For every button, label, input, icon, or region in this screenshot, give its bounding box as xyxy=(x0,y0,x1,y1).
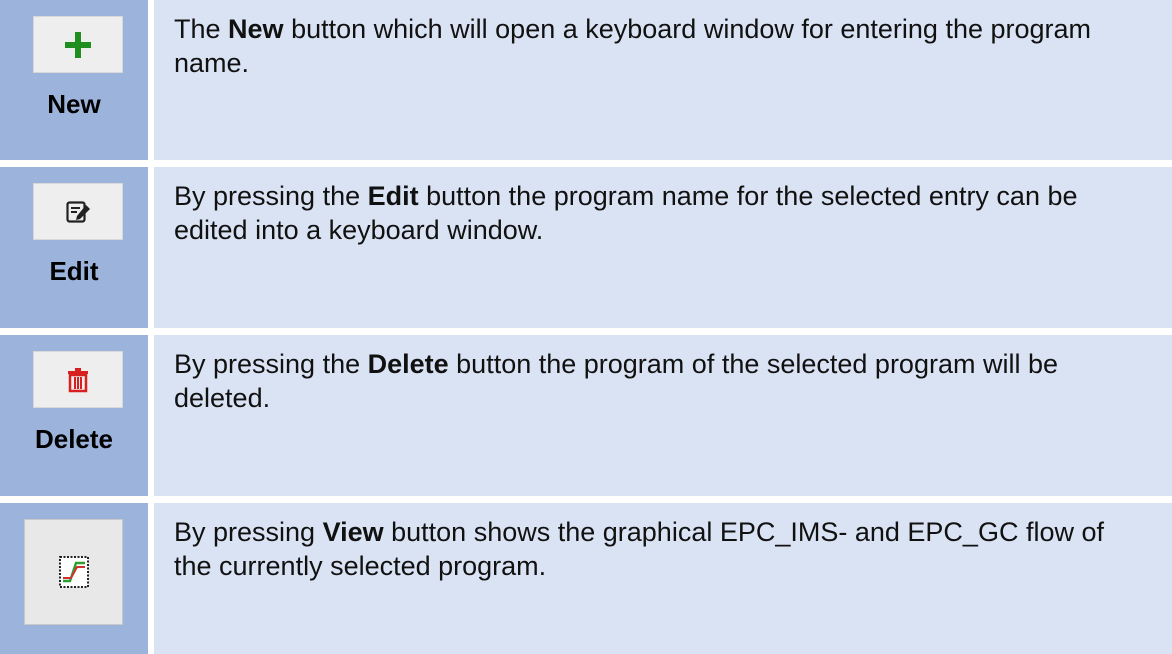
icon-cell-view xyxy=(0,503,148,654)
edit-button-label: Edit xyxy=(49,256,99,286)
row-edit: Edit By pressing the Edit button the pro… xyxy=(0,167,1172,328)
edit-icon xyxy=(65,199,91,225)
description-text: By pressing View button shows the graphi… xyxy=(174,517,1104,581)
new-button[interactable] xyxy=(33,16,123,73)
description-new: The New button which will open a keyboar… xyxy=(154,0,1172,160)
icon-cell-edit: Edit xyxy=(0,167,148,328)
new-button-label: New xyxy=(47,89,101,119)
row-delete: Delete By pressing the Delete button the… xyxy=(0,335,1172,496)
graph-icon xyxy=(58,555,90,589)
description-text: By pressing the Edit button the program … xyxy=(174,181,1078,245)
description-delete: By pressing the Delete button the progra… xyxy=(154,335,1172,496)
description-text: The New button which will open a keyboar… xyxy=(174,14,1092,78)
trash-icon xyxy=(66,367,90,393)
icon-cell-delete: Delete xyxy=(0,335,148,496)
description-edit: By pressing the Edit button the program … xyxy=(154,167,1172,328)
view-button[interactable] xyxy=(24,519,123,625)
icon-cell-new: New xyxy=(0,0,148,160)
plus-icon xyxy=(63,30,93,60)
row-view: By pressing View button shows the graphi… xyxy=(0,503,1172,654)
delete-button[interactable] xyxy=(33,351,123,408)
description-text: By pressing the Delete button the progra… xyxy=(174,349,1058,413)
edit-button[interactable] xyxy=(33,183,123,240)
delete-button-label: Delete xyxy=(34,424,114,454)
row-new: New The New button which will open a key… xyxy=(0,0,1172,160)
description-view: By pressing View button shows the graphi… xyxy=(154,503,1172,654)
